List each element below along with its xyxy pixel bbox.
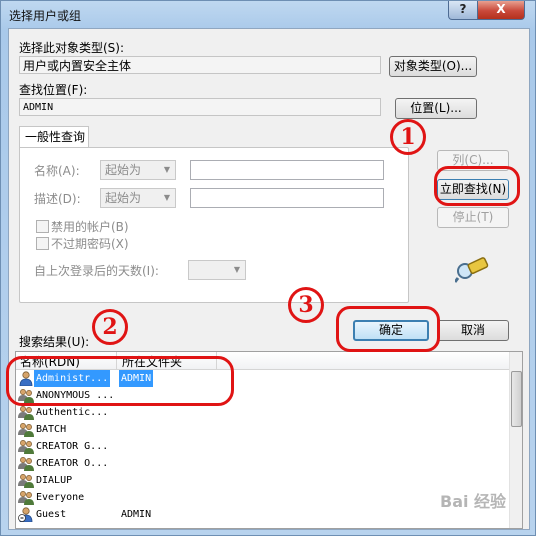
row-name: Guest xyxy=(36,509,67,520)
group-icon xyxy=(18,405,34,420)
row-name: Everyone xyxy=(36,492,85,503)
name-mode-select[interactable]: 起始为 ▼ xyxy=(100,160,176,180)
name-label: 名称(A): xyxy=(34,164,80,178)
locations-button[interactable]: 位置(L)... xyxy=(395,98,477,119)
scrollbar-thumb[interactable] xyxy=(511,371,522,427)
search-flashlight-icon xyxy=(455,257,489,283)
no-expire-password-label: 不过期密码(X) xyxy=(51,237,129,251)
table-row[interactable]: BATCH xyxy=(16,421,509,438)
table-row[interactable]: CREATOR O... xyxy=(16,455,509,472)
row-name: DIALUP xyxy=(36,475,73,486)
name-input[interactable] xyxy=(190,160,384,180)
days-since-login-label: 自上次登录后的天数(I): xyxy=(34,264,159,278)
group-icon xyxy=(18,473,34,488)
annotation-number-1: 1 xyxy=(390,119,426,155)
row-folder: ADMIN xyxy=(121,509,152,520)
location-field: ADMIN xyxy=(19,98,381,116)
no-expire-password-checkbox[interactable] xyxy=(36,237,49,250)
description-label: 描述(D): xyxy=(34,192,81,206)
disabled-accounts-checkbox[interactable] xyxy=(36,220,49,233)
disabled-accounts-label: 禁用的帐户(B) xyxy=(51,220,129,234)
watermark: Bai 经验 xyxy=(440,492,507,511)
name-mode-value: 起始为 xyxy=(105,163,142,177)
annotation-box-administrator xyxy=(6,356,234,406)
chevron-down-icon: ▼ xyxy=(163,193,171,202)
days-since-login-select[interactable]: ▼ xyxy=(188,260,246,280)
row-name: CREATOR O... xyxy=(36,458,109,469)
annotation-box-ok xyxy=(336,306,440,352)
row-name: Authentic... xyxy=(36,407,109,418)
user-disabled-icon xyxy=(18,507,34,523)
group-icon xyxy=(18,456,34,471)
chevron-down-icon: ▼ xyxy=(163,165,171,174)
table-row[interactable]: Authentic... xyxy=(16,404,509,421)
description-input[interactable] xyxy=(190,188,384,208)
cancel-button[interactable]: 取消 xyxy=(437,320,509,341)
annotation-box-find-now xyxy=(434,166,520,206)
general-query-panel: 名称(A): 起始为 ▼ 描述(D): 起始为 ▼ 禁用的帐户(B) 不过期密码… xyxy=(19,147,409,303)
table-row[interactable]: CREATOR G... xyxy=(16,438,509,455)
vertical-scrollbar[interactable] xyxy=(509,352,522,528)
description-mode-select[interactable]: 起始为 ▼ xyxy=(100,188,176,208)
chevron-down-icon: ▼ xyxy=(233,265,241,274)
location-label: 查找位置(F): xyxy=(19,83,88,97)
group-icon xyxy=(18,490,34,505)
dialog-client-area: 选择此对象类型(S): 用户或内置安全主体 对象类型(O)... 查找位置(F)… xyxy=(8,28,530,530)
annotation-number-3: 3 xyxy=(288,287,324,323)
row-name: BATCH xyxy=(36,424,67,435)
group-icon xyxy=(18,439,34,454)
window-title: 选择用户或组 xyxy=(9,9,82,23)
search-results-label: 搜索结果(U): xyxy=(19,335,90,349)
description-mode-value: 起始为 xyxy=(105,191,142,205)
table-row[interactable]: Everyone xyxy=(16,489,509,506)
help-button[interactable]: ? xyxy=(448,1,478,20)
table-row[interactable]: Guest ADMIN xyxy=(16,506,509,523)
tab-general-query[interactable]: 一般性查询 xyxy=(19,126,89,147)
annotation-number-2: 2 xyxy=(92,309,128,345)
table-row[interactable]: DIALUP xyxy=(16,472,509,489)
object-type-field: 用户或内置安全主体 xyxy=(19,56,381,74)
stop-button[interactable]: 停止(T) xyxy=(437,207,509,228)
object-type-label: 选择此对象类型(S): xyxy=(19,41,125,55)
row-name: CREATOR G... xyxy=(36,441,109,452)
close-button[interactable]: X xyxy=(477,1,525,20)
object-types-button[interactable]: 对象类型(O)... xyxy=(389,56,477,77)
group-icon xyxy=(18,422,34,437)
dialog-window: 选择用户或组 ? X 选择此对象类型(S): 用户或内置安全主体 对象类型(O)… xyxy=(0,0,536,536)
